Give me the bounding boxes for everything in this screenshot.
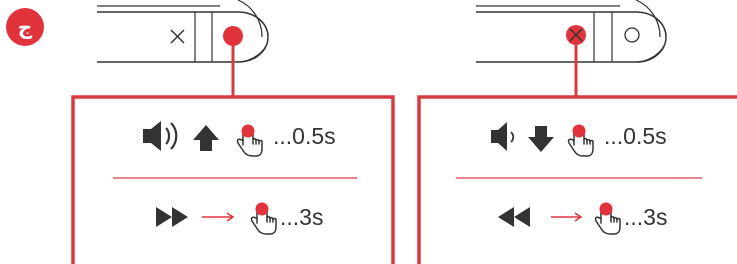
arrow-right-icon [202, 212, 235, 222]
left-row1-duration: ...0.5s [273, 123, 336, 149]
close-x-icon [170, 29, 185, 44]
arrow-down-icon [528, 126, 554, 152]
left-row2-duration: ...3s [280, 204, 324, 230]
arrow-up-icon [193, 125, 219, 151]
right-row2-duration: ...3s [624, 204, 668, 230]
left-device [97, 0, 269, 63]
press-hand-icon [594, 201, 621, 235]
step-badge-label: ج [17, 15, 33, 39]
left-panel-frame [71, 95, 395, 264]
press-hand-icon [567, 123, 594, 157]
right-panel-frame [417, 95, 737, 264]
active-button-dot [223, 26, 243, 46]
right-device [476, 0, 667, 63]
circle-icon [624, 27, 640, 43]
press-hand-icon [250, 201, 277, 235]
volume-up-icon [143, 121, 178, 151]
rewind-icon [498, 207, 530, 227]
fast-forward-icon [156, 207, 188, 227]
right-row1-duration: ...0.5s [604, 123, 667, 149]
volume-down-icon [491, 122, 515, 151]
press-hand-icon [236, 123, 263, 157]
arrow-right-icon [551, 212, 583, 222]
